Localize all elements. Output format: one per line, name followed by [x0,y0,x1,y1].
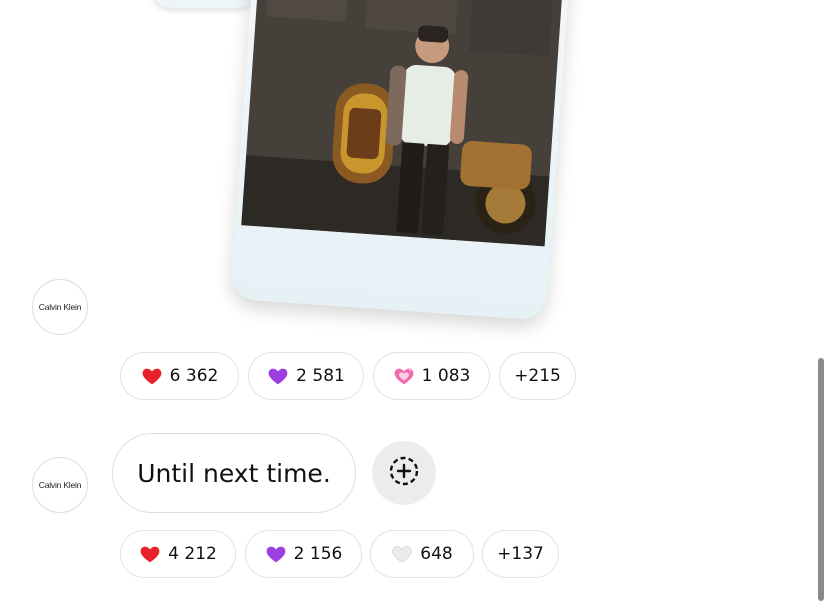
brand-avatar[interactable]: Calvin Klein [32,279,88,335]
reaction-count: 2 581 [296,366,345,386]
previous-media-card [150,0,260,8]
reaction-count: 4 212 [168,544,217,564]
reaction-count: 648 [420,544,453,564]
message-bubble[interactable]: Until next time. [112,433,356,513]
reaction-count: 1 083 [421,366,471,386]
more-reactions-button[interactable]: +137 [482,530,559,578]
reaction-red-heart[interactable]: 4 212 [120,530,236,578]
message-text: Until next time. [137,458,331,488]
purple-heart-icon [265,543,287,565]
white-heart-icon [391,543,413,565]
post-photo [241,0,566,247]
sparkling-heart-icon [393,365,415,387]
reaction-count: 2 156 [293,544,343,564]
more-reactions-button[interactable]: +215 [499,352,576,400]
media-post-polaroid[interactable] [230,0,572,321]
purple-heart-icon [267,365,289,387]
scrollbar-thumb[interactable] [818,358,824,601]
brand-avatar-label: Calvin Klein [38,480,82,490]
red-heart-icon [139,543,161,565]
reaction-red-heart[interactable]: 6 362 [120,352,239,400]
reaction-count: 6 362 [169,366,219,386]
more-reactions-count: +215 [514,366,561,386]
reaction-sparkling-heart[interactable]: 1 083 [373,352,490,400]
brand-avatar[interactable]: Calvin Klein [32,457,88,513]
add-reaction-button[interactable] [372,441,436,505]
reaction-purple-heart[interactable]: 2 581 [248,352,364,400]
more-reactions-count: +137 [497,544,544,564]
brand-avatar-label: Calvin Klein [38,302,82,312]
reaction-white-heart[interactable]: 648 [370,530,474,578]
add-reaction-icon [387,454,421,493]
red-heart-icon [141,365,163,387]
reaction-purple-heart[interactable]: 2 156 [245,530,362,578]
